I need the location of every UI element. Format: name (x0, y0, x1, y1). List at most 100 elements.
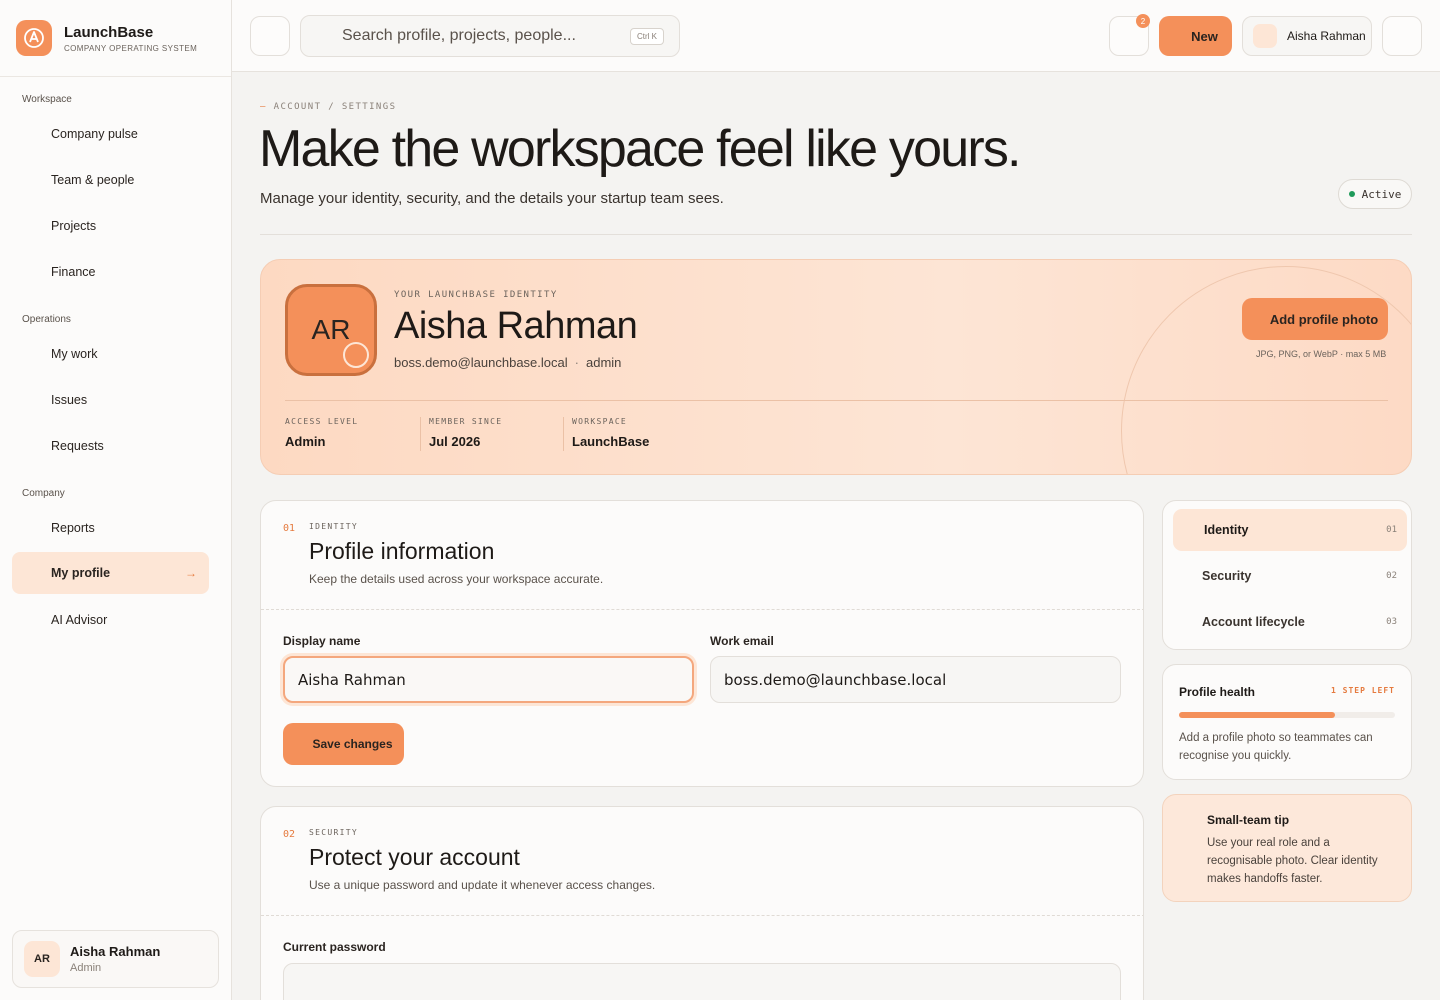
avatar-status-ring-icon (343, 342, 369, 368)
small-team-tip-card: Small-team tip Use your real role and a … (1162, 794, 1412, 902)
new-button[interactable]: New (1159, 16, 1232, 56)
section-nav: Identity 01 Security 02 Account lifecycl… (1162, 500, 1412, 650)
work-email-label: Work email (710, 634, 774, 648)
display-name-field[interactable]: Aisha Rahman (283, 656, 694, 703)
section-nav-identity[interactable]: Identity 01 (1173, 509, 1407, 551)
sidebar-item-requests[interactable]: Requests (12, 425, 209, 467)
status-badge: Active (1338, 179, 1412, 209)
section-title: Protect your account (309, 844, 520, 870)
hero-name: Aisha Rahman (394, 305, 638, 347)
hero-divider (285, 400, 1388, 401)
section-description: Keep the details used across your worksp… (309, 572, 604, 586)
identity-hero: AR YOUR LAUNCHBASE IDENTITY Aisha Rahman… (260, 259, 1412, 475)
sidebar-user-card[interactable]: AR Aisha Rahman Admin (12, 930, 219, 988)
sidebar: LaunchBase COMPANY OPERATING SYSTEM Work… (0, 0, 232, 1000)
section-divider (261, 609, 1143, 610)
page-title: Make the workspace feel like yours. (259, 120, 1022, 178)
search-placeholder: Search profile, projects, people... (342, 27, 576, 44)
section-nav-label: Security (1202, 569, 1252, 583)
display-name-label: Display name (283, 634, 361, 648)
sidebar-item-label: My profile (51, 566, 111, 580)
profile-health-text: Add a profile photo so teammates can rec… (1179, 732, 1373, 762)
tip-text: Use your real role and a recognisable ph… (1207, 837, 1378, 885)
progress-fill (1179, 712, 1335, 718)
section-title: Profile information (309, 538, 495, 564)
settings-button[interactable] (1382, 16, 1422, 56)
sidebar-item-label: My work (51, 347, 98, 361)
section-nav-security[interactable]: Security 02 (1173, 555, 1407, 597)
hero-role: admin (585, 355, 622, 370)
hero-email: boss.demo@launchbase.local (394, 355, 568, 370)
work-email-field[interactable]: boss.demo@launchbase.local (710, 656, 1121, 703)
search-shortcut: Ctrl K (630, 28, 664, 45)
stat-value: Admin (285, 434, 326, 449)
user-name: Aisha Rahman (70, 944, 161, 959)
current-password-field[interactable] (283, 963, 1121, 1000)
stat-workspace: WORKSPACE LaunchBase (563, 417, 649, 451)
section-nav-account-lifecycle[interactable]: Account lifecycle 03 (1173, 601, 1407, 643)
header-divider (260, 234, 1412, 235)
sidebar-item-ai-advisor[interactable]: AI Advisor (12, 599, 209, 641)
stat-value: Jul 2026 (429, 434, 481, 449)
section-nav-number: 03 (1386, 617, 1397, 627)
section-number: 02 (283, 829, 296, 840)
nav-group-operations: Operations (22, 314, 71, 325)
security-card: 02 SECURITY Protect your account Use a u… (260, 806, 1144, 1000)
sidebar-item-label: Finance (51, 265, 96, 279)
nav-group-company: Company (22, 488, 65, 499)
stat-member-since: MEMBER SINCE Jul 2026 (420, 417, 502, 451)
sidebar-item-label: Issues (51, 393, 88, 407)
profile-chip-name: Aisha Rahman (1287, 29, 1366, 43)
section-description: Use a unique password and update it when… (309, 878, 656, 892)
section-nav-label: Identity (1204, 523, 1249, 537)
profile-information-card: 01 IDENTITY Profile information Keep the… (260, 500, 1144, 787)
sidebar-item-label: AI Advisor (51, 613, 108, 627)
section-nav-number: 02 (1386, 571, 1397, 581)
sidebar-item-label: Requests (51, 439, 104, 453)
profile-health-step: 1 STEP LEFT (1331, 686, 1395, 695)
launchbase-logo-icon (16, 20, 52, 56)
page-subtitle: Manage your identity, security, and the … (260, 190, 724, 207)
stat-label: MEMBER SINCE (429, 417, 503, 426)
sidebar-item-label: Company pulse (51, 127, 138, 141)
search-input[interactable]: Search profile, projects, people... Ctrl… (300, 15, 680, 57)
work-email-value: boss.demo@launchbase.local (724, 670, 947, 689)
save-changes-button[interactable]: Save changes (283, 723, 404, 765)
sidebar-item-label: Team & people (51, 173, 135, 187)
hero-meta: boss.demo@launchbase.local · admin (394, 355, 621, 370)
meta-separator: · (574, 355, 579, 370)
menu-toggle-button[interactable] (250, 16, 290, 56)
add-profile-photo-button[interactable]: Add profile photo (1242, 298, 1388, 340)
sidebar-item-reports[interactable]: Reports (12, 507, 209, 549)
current-password-label: Current password (283, 940, 386, 954)
profile-menu-button[interactable]: Aisha Rahman (1242, 16, 1372, 56)
sidebar-item-projects[interactable]: Projects (12, 205, 209, 247)
section-divider (261, 915, 1143, 916)
sidebar-item-finance[interactable]: Finance (12, 251, 209, 293)
profile-health-card: Profile health 1 STEP LEFT Add a profile… (1162, 664, 1412, 780)
section-number: 01 (283, 523, 296, 534)
sidebar-item-team-people[interactable]: Team & people (12, 159, 209, 201)
sidebar-item-company-pulse[interactable]: Company pulse (12, 113, 209, 155)
topbar: Search profile, projects, people... Ctrl… (232, 0, 1440, 72)
display-name-value: Aisha Rahman (298, 670, 406, 689)
stat-label: ACCESS LEVEL (285, 417, 359, 426)
nav-group-workspace: Workspace (22, 94, 72, 105)
hero-label: YOUR LAUNCHBASE IDENTITY (394, 290, 558, 300)
section-nav-label: Account lifecycle (1202, 615, 1305, 629)
user-role: Admin (70, 962, 102, 974)
arrow-right-icon: → (185, 566, 197, 580)
notification-badge: 2 (1136, 14, 1150, 28)
stat-access-level: ACCESS LEVEL Admin (277, 417, 358, 449)
stat-value: LaunchBase (572, 434, 650, 449)
tip-title: Small-team tip (1207, 813, 1290, 827)
sidebar-item-my-work[interactable]: My work (12, 333, 209, 375)
avatar: AR (24, 941, 60, 977)
photo-hint: JPG, PNG, or WebP · max 5 MB (1256, 349, 1387, 359)
sidebar-item-my-profile[interactable]: My profile → (12, 552, 209, 594)
avatar (1253, 24, 1277, 48)
brand-tagline: COMPANY OPERATING SYSTEM (64, 43, 198, 53)
brand[interactable]: LaunchBase COMPANY OPERATING SYSTEM (0, 0, 231, 77)
sidebar-item-issues[interactable]: Issues (12, 379, 209, 421)
stat-label: WORKSPACE (572, 417, 628, 426)
